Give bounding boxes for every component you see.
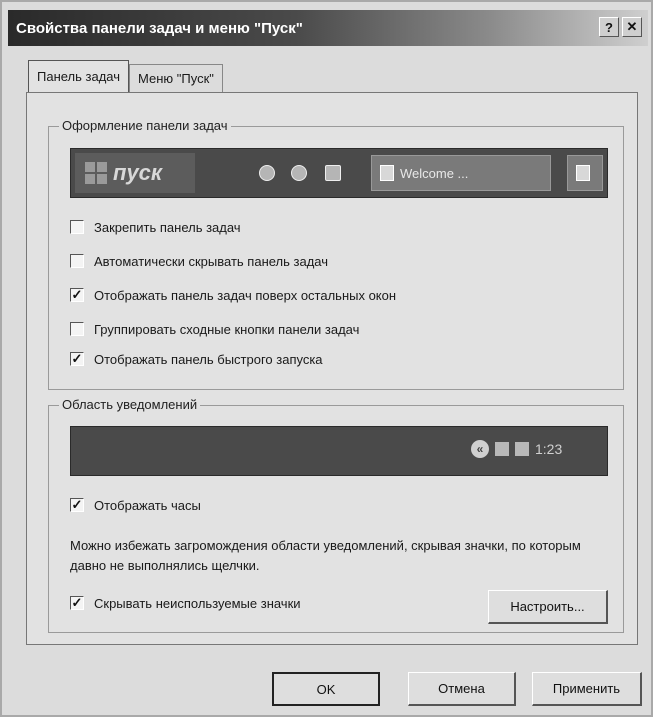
hide-icons-checkbox[interactable]: ✓ bbox=[70, 596, 84, 610]
help-button[interactable]: ? bbox=[599, 17, 619, 37]
chevron-left-icon: « bbox=[471, 440, 489, 458]
option-label: Закрепить панель задач bbox=[94, 219, 241, 235]
document-icon bbox=[576, 165, 590, 181]
taskbar-properties-dialog: Свойства панели задач и меню "Пуск" ? ✕ … bbox=[0, 0, 653, 717]
group-buttons-checkbox[interactable] bbox=[70, 322, 84, 336]
system-tray: « 1:23 bbox=[471, 435, 601, 463]
apply-button[interactable]: Применить bbox=[532, 672, 642, 706]
option-label: Отображать панель быстрого запуска bbox=[94, 351, 323, 367]
tab-strip: Панель задач Меню "Пуск" bbox=[28, 60, 223, 92]
task-button-preview-2 bbox=[567, 155, 603, 191]
on-top-checkbox[interactable]: ✓ bbox=[70, 288, 84, 302]
cancel-button[interactable]: Отмена bbox=[408, 672, 516, 706]
document-icon bbox=[380, 165, 394, 181]
show-clock-checkbox[interactable]: ✓ bbox=[70, 498, 84, 512]
close-button[interactable]: ✕ bbox=[622, 17, 642, 37]
start-button-preview: пуск bbox=[75, 153, 195, 193]
window-title: Свойства панели задач и меню "Пуск" bbox=[16, 19, 303, 37]
taskbar-preview: пуск Welcome ... bbox=[70, 148, 608, 198]
option-group-buttons[interactable]: Группировать сходные кнопки панели задач bbox=[70, 318, 359, 340]
option-label: Автоматически скрывать панель задач bbox=[94, 253, 329, 269]
notification-description: Можно избежать загромождения области уве… bbox=[70, 538, 581, 573]
option-on-top[interactable]: ✓ Отображать панель задач поверх остальн… bbox=[70, 284, 396, 306]
autohide-checkbox[interactable] bbox=[70, 254, 84, 268]
quick-launch-icon bbox=[325, 165, 341, 181]
notification-area-title: Область уведомлений bbox=[59, 397, 201, 412]
ok-button[interactable]: OK bbox=[272, 672, 380, 706]
title-bar[interactable]: Свойства панели задач и меню "Пуск" ? ✕ bbox=[8, 10, 648, 46]
tray-icon bbox=[515, 442, 529, 456]
tab-taskbar[interactable]: Панель задач bbox=[28, 60, 130, 92]
option-autohide[interactable]: Автоматически скрывать панель задач bbox=[70, 250, 328, 272]
option-label: Группировать сходные кнопки панели задач bbox=[94, 321, 360, 337]
tab-start-menu[interactable]: Меню "Пуск" bbox=[129, 64, 223, 92]
title-buttons: ? ✕ bbox=[599, 17, 642, 37]
option-label: Скрывать неиспользуемые значки bbox=[94, 595, 301, 611]
task-button-label: Welcome ... bbox=[400, 165, 469, 181]
quick-launch-checkbox[interactable]: ✓ bbox=[70, 352, 84, 366]
customize-button[interactable]: Настроить... bbox=[488, 590, 608, 624]
windows-flag-icon bbox=[85, 162, 107, 184]
tray-icon bbox=[495, 442, 509, 456]
option-hide-icons[interactable]: ✓ Скрывать неиспользуемые значки bbox=[70, 592, 301, 614]
quick-launch-icon bbox=[291, 165, 307, 181]
start-label: пуск bbox=[113, 160, 163, 185]
notification-preview: « 1:23 bbox=[70, 426, 608, 476]
taskbar-appearance-title: Оформление панели задач bbox=[59, 118, 231, 133]
option-label: Отображать часы bbox=[94, 497, 201, 513]
option-show-clock[interactable]: ✓ Отображать часы bbox=[70, 494, 201, 516]
task-button-preview: Welcome ... bbox=[371, 155, 551, 191]
option-quick-launch[interactable]: ✓ Отображать панель быстрого запуска bbox=[70, 348, 323, 370]
option-lock-taskbar[interactable]: Закрепить панель задач bbox=[70, 216, 241, 238]
clock-text: 1:23 bbox=[535, 441, 563, 457]
quick-launch-icon bbox=[259, 165, 275, 181]
lock-taskbar-checkbox[interactable] bbox=[70, 220, 84, 234]
option-label: Отображать панель задач поверх остальных… bbox=[94, 287, 397, 303]
